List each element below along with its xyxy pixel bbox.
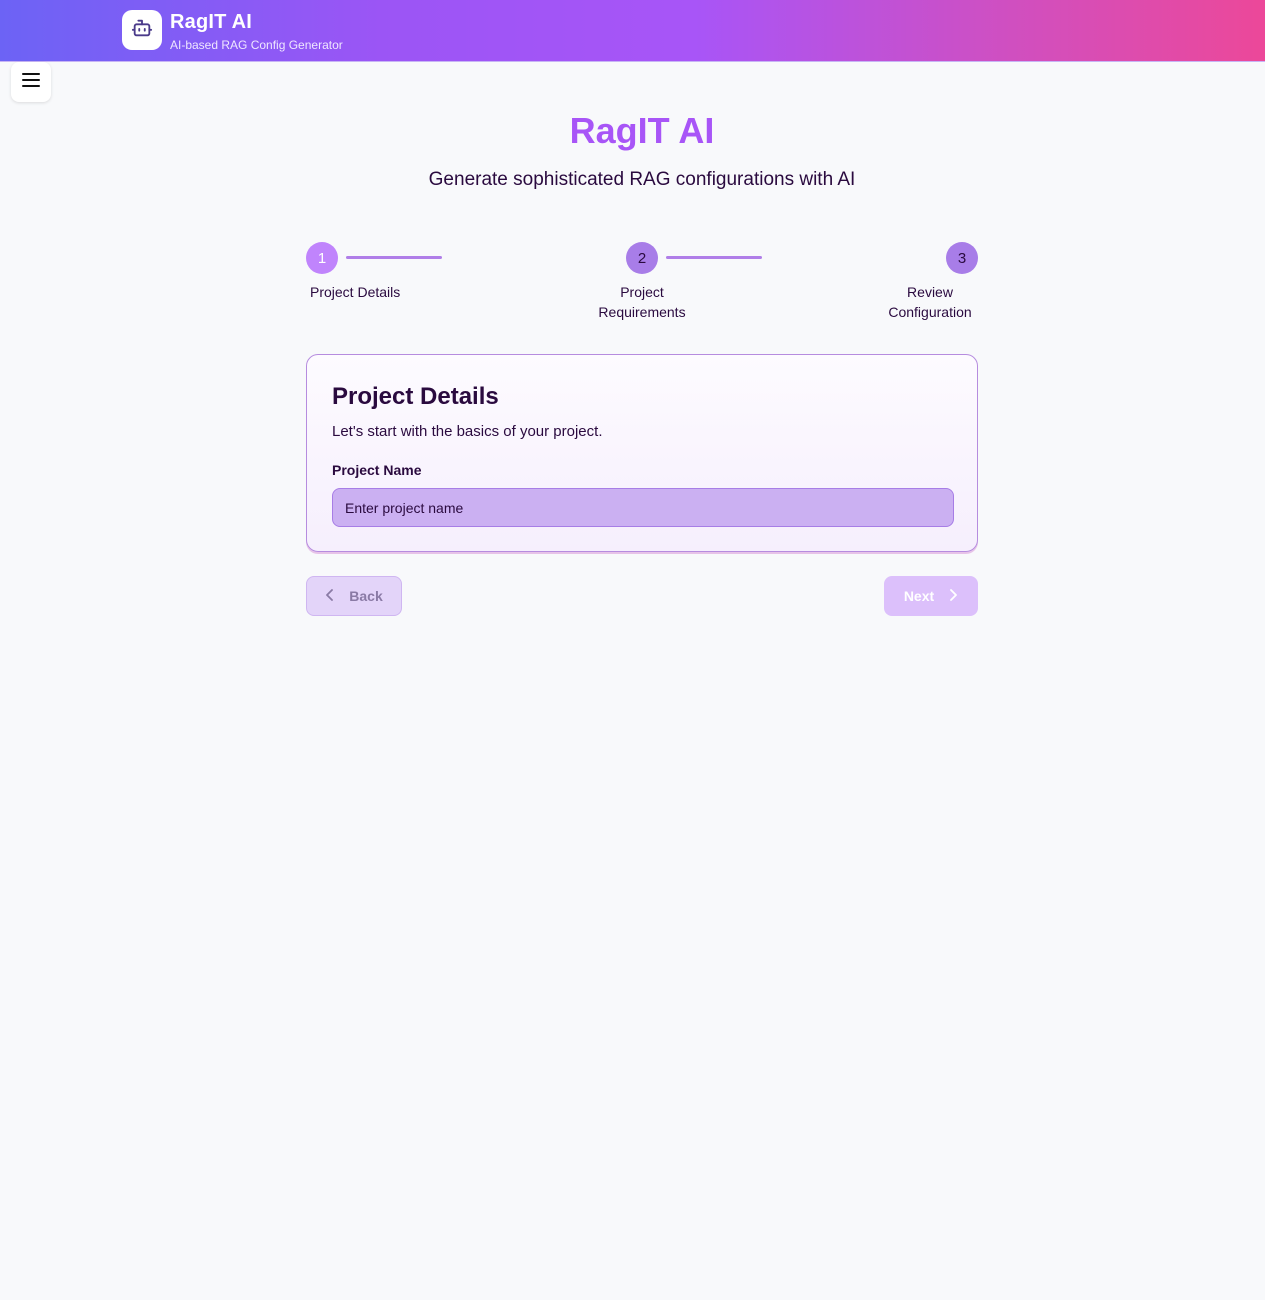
- chevron-right-icon: [948, 588, 958, 604]
- step-3-label: Review Configuration: [888, 284, 972, 320]
- step-2-label: Project Requirements: [598, 284, 686, 320]
- step-connector-1: [346, 256, 442, 259]
- app-title: RagIT AI: [170, 11, 252, 33]
- hamburger-menu-icon: [21, 72, 41, 93]
- app-subtitle: AI-based RAG Config Generator: [170, 38, 343, 52]
- next-button-label: Next: [903, 588, 935, 604]
- project-name-label: Project Name: [332, 462, 422, 478]
- step-3-indicator[interactable]: 3: [946, 242, 978, 274]
- back-button-label: Back: [349, 588, 383, 604]
- chevron-left-icon: [325, 588, 335, 604]
- card-title: Project Details: [332, 383, 499, 410]
- page-title: RagIT AI: [569, 110, 715, 151]
- back-button[interactable]: Back: [306, 576, 402, 616]
- step-1-indicator[interactable]: 1: [306, 242, 338, 274]
- step-1-label: Project Details: [310, 284, 401, 300]
- next-button[interactable]: Next: [884, 576, 978, 616]
- project-name-input[interactable]: [332, 488, 954, 527]
- menu-button[interactable]: [11, 62, 51, 102]
- app-header: RagIT AI AI-based RAG Config Generator: [0, 0, 1265, 62]
- project-details-card: Project Details Let's start with the bas…: [306, 354, 978, 552]
- step-connector-2: [666, 256, 762, 259]
- page-subtitle: Generate sophisticated RAG configuration…: [428, 169, 856, 190]
- card-description: Let's start with the basics of your proj…: [332, 423, 603, 440]
- app-logo[interactable]: [122, 10, 162, 50]
- step-2-indicator[interactable]: 2: [626, 242, 658, 274]
- robot-icon: [131, 17, 153, 44]
